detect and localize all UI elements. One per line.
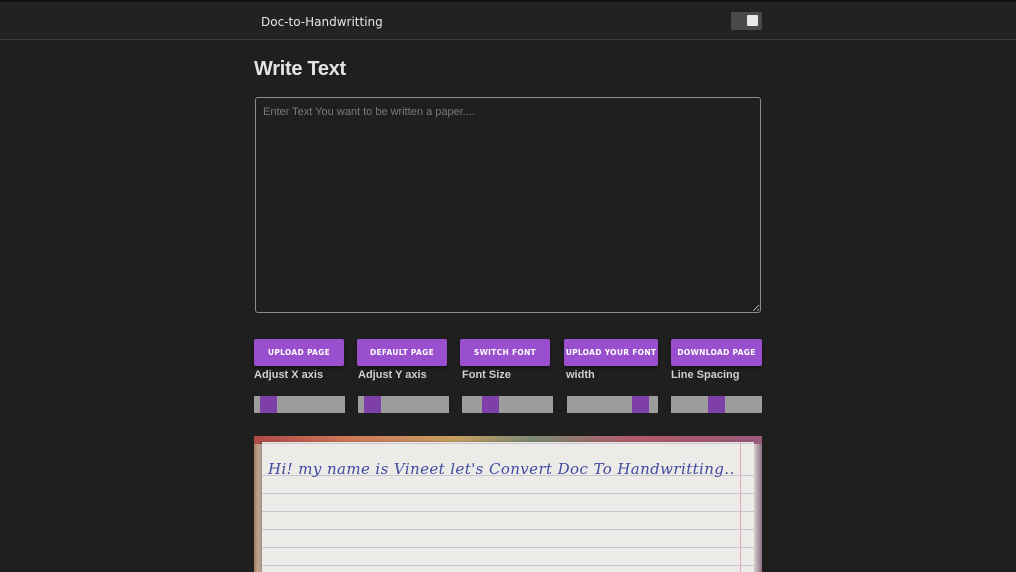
- width-label: width: [566, 369, 595, 381]
- handwriting-preview: Hi! my name is Vineet let's Convert Doc …: [254, 436, 762, 572]
- adjust-x-slider[interactable]: [254, 396, 345, 413]
- slider-thumb[interactable]: [364, 396, 381, 413]
- font-size-label: Font Size: [462, 369, 511, 381]
- font-size-slider[interactable]: [462, 396, 553, 413]
- adjust-x-label: Adjust X axis: [254, 369, 324, 381]
- page-title: Write Text: [254, 58, 346, 80]
- adjust-y-slider[interactable]: [358, 396, 449, 413]
- upload-page-button[interactable]: UPLOAD PAGE: [254, 339, 344, 366]
- slider-thumb[interactable]: [632, 396, 649, 413]
- app-title[interactable]: Doc-to-Handwritting: [261, 15, 383, 29]
- paper-margin-line: [740, 442, 741, 572]
- theme-toggle[interactable]: [731, 12, 762, 30]
- default-page-button[interactable]: DEFAULT PAGE: [357, 339, 447, 366]
- text-input[interactable]: [255, 97, 761, 313]
- slider-thumb[interactable]: [708, 396, 725, 413]
- top-navbar: Doc-to-Handwritting: [0, 0, 1016, 40]
- adjust-y-label: Adjust Y axis: [358, 369, 427, 381]
- line-spacing-slider[interactable]: [671, 396, 762, 413]
- slider-thumb[interactable]: [482, 396, 499, 413]
- download-page-button[interactable]: DOWNLOAD PAGE: [671, 339, 762, 366]
- handwritten-text: Hi! my name is Vineet let's Convert Doc …: [268, 460, 735, 478]
- upload-your-font-button[interactable]: UPLOAD YOUR FONT: [564, 339, 658, 366]
- width-slider[interactable]: [567, 396, 658, 413]
- switch-font-button[interactable]: SWITCH FONT: [460, 339, 550, 366]
- toggle-switch-icon: [747, 15, 758, 26]
- line-spacing-label: Line Spacing: [671, 369, 740, 381]
- slider-thumb[interactable]: [260, 396, 277, 413]
